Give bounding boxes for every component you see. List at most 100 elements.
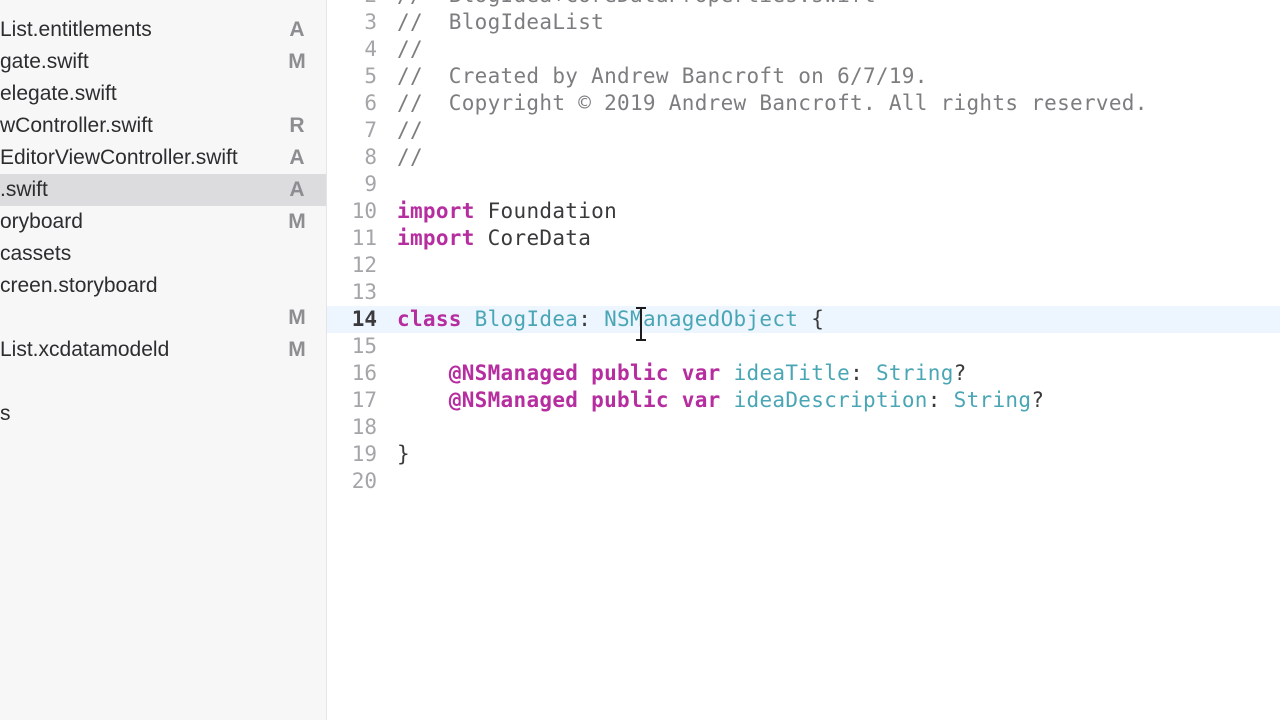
file-row[interactable]: gate.swift M [0, 46, 326, 78]
token [669, 388, 682, 412]
token: ideaDescription [734, 388, 928, 412]
line-number: 12 [327, 252, 397, 279]
code-line[interactable]: 13 [327, 279, 1280, 306]
code-content[interactable]: // [397, 117, 423, 144]
code-line[interactable]: 11import CoreData [327, 225, 1280, 252]
code-content[interactable]: import Foundation [397, 198, 617, 225]
token: { [798, 307, 824, 331]
file-row[interactable]: creen.storyboard [0, 270, 326, 302]
code-line[interactable]: 17 @NSManaged public var ideaDescription… [327, 387, 1280, 414]
token: String [876, 361, 954, 385]
vcs-status-badge: M [286, 338, 308, 362]
file-row[interactable] [0, 366, 326, 398]
token: public [591, 361, 669, 385]
file-name: EditorViewController.swift [0, 146, 238, 170]
code-line[interactable]: 6// Copyright © 2019 Andrew Bancroft. Al… [327, 90, 1280, 117]
line-number: 4 [327, 36, 397, 63]
vcs-status-badge: A [286, 178, 308, 202]
line-number: 9 [327, 171, 397, 198]
code-content[interactable]: // BlogIdeaList [397, 9, 604, 36]
code-line[interactable]: 18 [327, 414, 1280, 441]
file-row[interactable]: cassets [0, 238, 326, 270]
code-line[interactable]: 16 @NSManaged public var ideaTitle: Stri… [327, 360, 1280, 387]
code-content[interactable]: @NSManaged public var ideaTitle: String? [397, 360, 967, 387]
vcs-status-badge: M [286, 50, 308, 74]
file-name: oryboard [0, 210, 83, 234]
file-name: gate.swift [0, 50, 89, 74]
line-number: 5 [327, 63, 397, 90]
code-content[interactable]: // Created by Andrew Bancroft on 6/7/19. [397, 63, 928, 90]
line-number: 15 [327, 333, 397, 360]
token: import [397, 226, 475, 250]
vcs-status-badge: A [286, 18, 308, 42]
vcs-status-badge: M [286, 306, 308, 330]
file-name: creen.storyboard [0, 274, 158, 298]
token: NSManagedObject [604, 307, 798, 331]
vcs-status-badge: R [286, 114, 308, 138]
code-content[interactable]: @NSManaged public var ideaDescription: S… [397, 387, 1044, 414]
token: String [954, 388, 1032, 412]
line-number: 14 [327, 306, 397, 333]
code-line[interactable]: 19} [327, 441, 1280, 468]
code-content[interactable]: // Copyright © 2019 Andrew Bancroft. All… [397, 90, 1148, 117]
file-navigator[interactable]: List.entitlementsA gate.swift Melegate.swi… [0, 0, 327, 720]
file-name: cassets [0, 242, 71, 266]
token [578, 361, 591, 385]
vcs-status-badge: A [286, 146, 308, 170]
code-content[interactable]: import CoreData [397, 225, 591, 252]
token: : [578, 307, 604, 331]
code-line[interactable]: 3// BlogIdeaList [327, 9, 1280, 36]
token: ideaTitle [734, 361, 851, 385]
code-content[interactable]: // BlogIdea+CoreDataProperties.swift [397, 0, 876, 9]
file-row[interactable]: wController.swift R [0, 110, 326, 142]
line-number: 11 [327, 225, 397, 252]
token: // [397, 118, 423, 142]
file-row[interactable]: .swiftA [0, 174, 326, 206]
file-row[interactable]: s [0, 398, 326, 430]
code-line[interactable]: 9 [327, 171, 1280, 198]
line-number: 13 [327, 279, 397, 306]
file-name: List.xcdatamodeld [0, 338, 169, 362]
code-line[interactable]: 15 [327, 333, 1280, 360]
token: CoreData [475, 226, 592, 250]
code-editor[interactable]: 2// BlogIdea+CoreDataProperties.swift3//… [327, 0, 1280, 720]
token: @NSManaged [449, 388, 578, 412]
token: : [928, 388, 954, 412]
token [721, 361, 734, 385]
token: ? [1031, 388, 1044, 412]
token: @NSManaged [449, 361, 578, 385]
token: ? [954, 361, 967, 385]
token: import [397, 199, 475, 223]
file-row[interactable]: EditorViewController.swift A [0, 142, 326, 174]
token [578, 388, 591, 412]
file-row[interactable]: elegate.swift [0, 78, 326, 110]
code-line[interactable]: 8// [327, 144, 1280, 171]
code-line[interactable]: 20 [327, 468, 1280, 495]
file-row[interactable]: oryboard M [0, 206, 326, 238]
file-name: elegate.swift [0, 82, 117, 106]
line-number: 20 [327, 468, 397, 495]
code-line[interactable]: 10import Foundation [327, 198, 1280, 225]
code-line[interactable]: 14class BlogIdea: NSManagedObject { [327, 306, 1280, 333]
code-line[interactable]: 5// Created by Andrew Bancroft on 6/7/19… [327, 63, 1280, 90]
code-line[interactable]: 2// BlogIdea+CoreDataProperties.swift [327, 0, 1280, 9]
line-number: 7 [327, 117, 397, 144]
code-content[interactable]: class BlogIdea: NSManagedObject { [397, 306, 824, 333]
file-name: wController.swift [0, 114, 153, 138]
code-line[interactable]: 12 [327, 252, 1280, 279]
code-line[interactable]: 4// [327, 36, 1280, 63]
file-row[interactable]: List.xcdatamodeld M [0, 334, 326, 366]
token: BlogIdea [475, 307, 579, 331]
window-root: List.entitlementsA gate.swift Melegate.swi… [0, 0, 1280, 720]
code-line[interactable]: 7// [327, 117, 1280, 144]
code-content[interactable]: } [397, 441, 410, 468]
token [462, 307, 475, 331]
token [397, 361, 449, 385]
vcs-status-badge: M [286, 210, 308, 234]
token: // Copyright © 2019 Andrew Bancroft. All… [397, 91, 1148, 115]
file-row[interactable]: M [0, 302, 326, 334]
file-row[interactable]: List.entitlementsA [0, 14, 326, 46]
code-content[interactable]: // [397, 36, 423, 63]
token: } [397, 442, 410, 466]
code-content[interactable]: // [397, 144, 423, 171]
